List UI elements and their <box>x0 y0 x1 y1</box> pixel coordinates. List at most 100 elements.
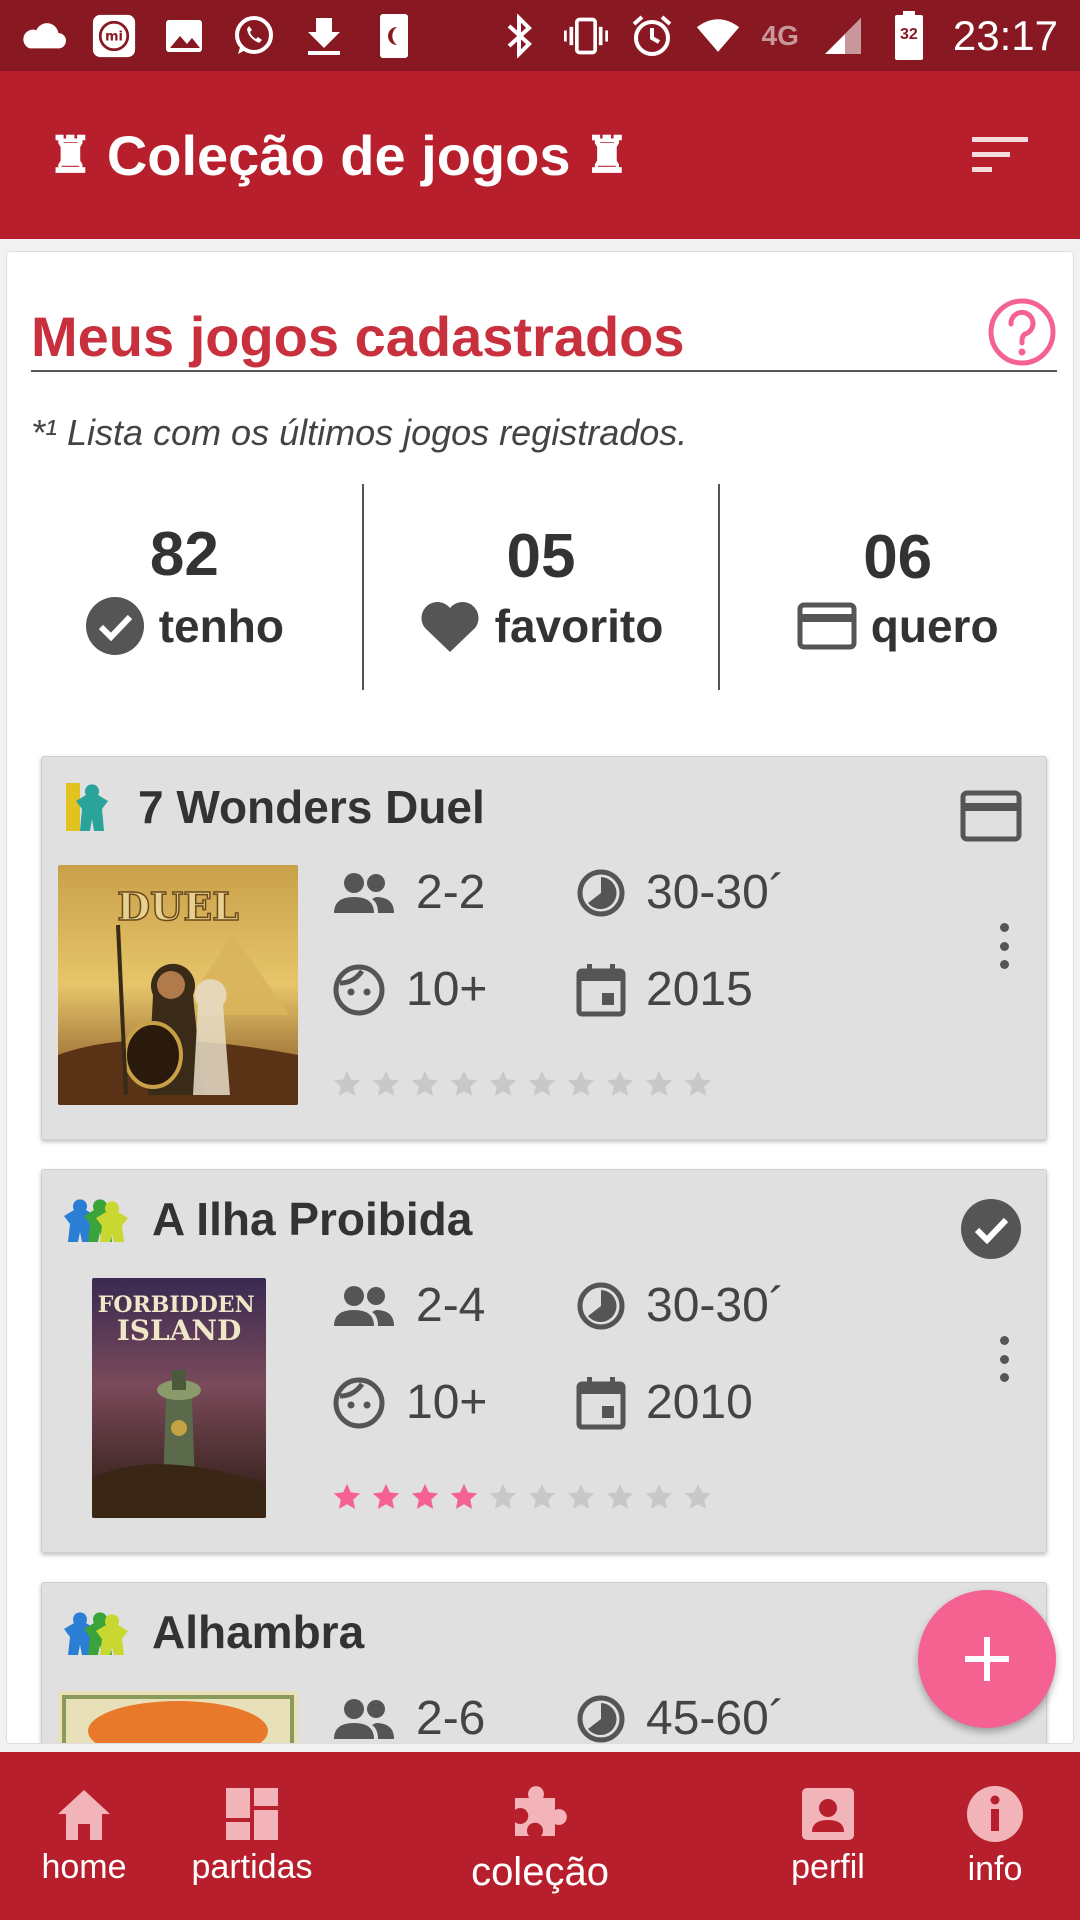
players-info: 2-4 <box>332 1278 485 1333</box>
game-cover[interactable]: FORBIDDEN ISLAND <box>92 1278 266 1518</box>
star-empty-icon[interactable] <box>566 1482 596 1512</box>
star-empty-icon[interactable] <box>371 1069 401 1099</box>
more-options-button[interactable] <box>992 1324 1016 1394</box>
group-icon <box>334 1698 394 1739</box>
dashboard-icon <box>226 1787 278 1840</box>
star-empty-icon[interactable] <box>644 1069 674 1099</box>
star-empty-icon[interactable] <box>644 1482 674 1512</box>
signal-icon <box>821 14 865 58</box>
more-vert-icon <box>999 923 1009 932</box>
star-filled-icon[interactable] <box>332 1482 362 1512</box>
game-title: 7 Wonders Duel <box>138 781 485 833</box>
game-card-header: A Ilha Proibida <box>62 1192 472 1246</box>
battery-level: 32 <box>899 25 918 43</box>
check-circle-icon[interactable] <box>960 1198 1022 1260</box>
app-title-text: Coleção de jogos <box>106 123 571 187</box>
star-empty-icon[interactable] <box>449 1069 479 1099</box>
duration-value: 30-30´ <box>646 866 785 919</box>
whatsapp-icon <box>232 14 276 58</box>
game-card[interactable]: Alhambra 2-6 45-60´ <box>41 1582 1047 1744</box>
group-icon <box>334 872 394 913</box>
stat-count: 06 <box>863 522 933 592</box>
card-icon <box>797 602 857 649</box>
stat-label: tenho <box>158 599 284 652</box>
age-value: 10+ <box>406 1376 488 1429</box>
bluetooth-icon <box>498 13 542 58</box>
plus-icon <box>965 1637 1009 1681</box>
game-cover[interactable]: DUEL <box>58 865 298 1105</box>
cloud-icon <box>22 14 66 58</box>
year-info: 2015 <box>576 962 753 1017</box>
age-value: 10+ <box>406 963 488 1016</box>
star-empty-icon[interactable] <box>488 1069 518 1099</box>
stat-label: quero <box>870 599 999 652</box>
clock: 23:17 <box>952 11 1058 59</box>
rating-stars[interactable] <box>332 1069 713 1099</box>
stat-favorito[interactable]: 05 favorito <box>361 484 719 690</box>
stat-label: favorito <box>494 599 664 652</box>
star-empty-icon[interactable] <box>683 1069 713 1099</box>
nav-partidas[interactable]: partidas <box>170 1752 334 1920</box>
stat-quero[interactable]: 06 quero <box>718 484 1073 690</box>
stat-tenho[interactable]: 82 tenho <box>7 484 362 690</box>
bottom-navigation: home partidas coleção perfil info <box>0 1752 1080 1920</box>
profile-icon <box>802 1787 854 1840</box>
puzzle-icon <box>515 1785 567 1836</box>
list-note: *¹ Lista com os últimos jogos registrado… <box>31 412 688 453</box>
help-icon[interactable] <box>987 297 1057 367</box>
star-empty-icon[interactable] <box>605 1069 635 1099</box>
check-circle-icon <box>85 596 144 655</box>
year-value: 2010 <box>646 1376 753 1429</box>
wifi-icon <box>696 14 740 58</box>
add-game-button[interactable] <box>918 1590 1056 1728</box>
main-content[interactable]: Meus jogos cadastrados *¹ Lista com os ú… <box>6 251 1074 1744</box>
nav-label: partidas <box>191 1847 313 1886</box>
more-options-button[interactable] <box>992 911 1016 981</box>
nav-perfil[interactable]: perfil <box>768 1752 888 1920</box>
star-empty-icon[interactable] <box>410 1069 440 1099</box>
game-title: Alhambra <box>152 1606 365 1658</box>
star-empty-icon[interactable] <box>605 1482 635 1512</box>
star-filled-icon[interactable] <box>410 1482 440 1512</box>
game-cover[interactable] <box>58 1691 298 1743</box>
child-face-icon <box>333 1377 385 1428</box>
stat-count: 05 <box>506 521 576 591</box>
stats-row: 82 tenho 05 favorito 06 quero <box>7 484 1073 690</box>
duration-info: 30-30´ <box>576 1278 785 1333</box>
nav-colecao[interactable]: coleção <box>440 1752 640 1920</box>
game-title: A Ilha Proibida <box>152 1193 473 1245</box>
duration-info: 45-60´ <box>576 1691 785 1743</box>
game-card-header: 7 Wonders Duel <box>62 779 485 835</box>
game-card[interactable]: A Ilha Proibida FORBIDDEN ISLAND 2-4 30-… <box>41 1169 1047 1553</box>
star-empty-icon[interactable] <box>527 1069 557 1099</box>
chess-rook-icon: ♜ <box>48 127 93 183</box>
network-type-label: 4G <box>761 19 799 51</box>
info-icon <box>967 1785 1023 1842</box>
star-filled-icon[interactable] <box>449 1482 479 1512</box>
players-info: 2-2 <box>332 865 485 920</box>
players-info: 2-6 <box>332 1691 486 1744</box>
star-empty-icon[interactable] <box>527 1482 557 1512</box>
age-info: 10+ <box>332 962 487 1017</box>
duration-info: 30-30´ <box>576 865 785 920</box>
svg-text:mi: mi <box>105 29 123 44</box>
star-empty-icon[interactable] <box>332 1069 362 1099</box>
group-icon <box>334 1285 394 1326</box>
more-vert-icon <box>999 1336 1009 1345</box>
star-empty-icon[interactable] <box>683 1482 713 1512</box>
vibrate-icon <box>563 14 608 58</box>
star-filled-icon[interactable] <box>371 1482 401 1512</box>
nav-label: perfil <box>791 1847 865 1886</box>
nav-info[interactable]: info <box>940 1752 1050 1920</box>
game-card[interactable]: 7 Wonders Duel DUEL 2-2 30-30´ 10+ 2015 <box>41 756 1047 1140</box>
sort-button[interactable] <box>968 123 1032 187</box>
child-face-icon <box>333 964 385 1015</box>
nav-home[interactable]: home <box>20 1752 148 1920</box>
players-value: 2-6 <box>416 1692 486 1744</box>
card-icon[interactable] <box>960 785 1022 847</box>
calendar-icon <box>576 1376 626 1429</box>
rating-stars[interactable] <box>332 1482 713 1512</box>
meeple-group-icon <box>64 1199 128 1242</box>
star-empty-icon[interactable] <box>566 1069 596 1099</box>
star-empty-icon[interactable] <box>488 1482 518 1512</box>
